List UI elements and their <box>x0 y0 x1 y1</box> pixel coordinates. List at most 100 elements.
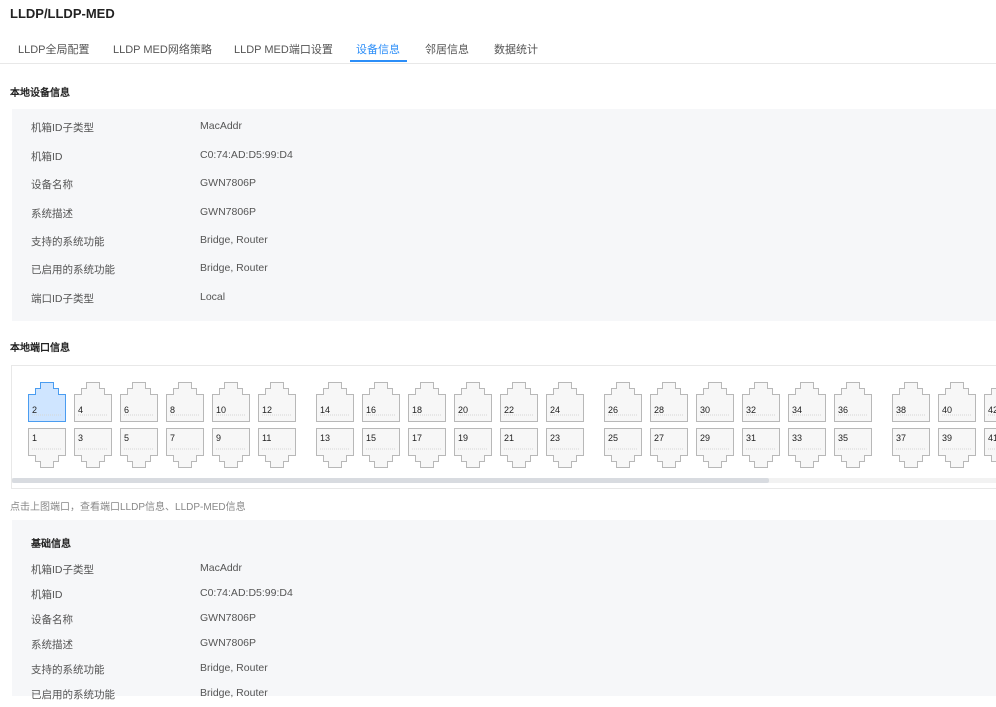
port-30[interactable]: 30 <box>696 382 734 422</box>
info-row: 机箱ID C0:74:AD:D5:99:D4 <box>12 149 996 169</box>
info-label: 系统描述 <box>31 208 73 220</box>
port-number: 14 <box>320 405 331 415</box>
tab-neighbor-info[interactable]: 邻居信息 <box>425 41 469 57</box>
ethernet-port-icon <box>454 382 492 422</box>
info-value: GWN7806P <box>200 612 257 624</box>
ethernet-port-icon <box>938 382 976 422</box>
info-row: 设备名称 GWN7806P <box>12 177 996 197</box>
port-number: 7 <box>170 433 176 443</box>
port-27[interactable]: 27 <box>650 428 688 468</box>
port-21[interactable]: 21 <box>500 428 538 468</box>
port-28[interactable]: 28 <box>650 382 688 422</box>
port-38[interactable]: 38 <box>892 382 930 422</box>
info-row: 支持的系统功能 Bridge, Router <box>12 234 996 254</box>
info-row: 已启用的系统功能 Bridge, Router <box>12 687 996 707</box>
port-hint-text: 点击上图端口，查看端口LLDP信息、LLDP-MED信息 <box>10 502 246 513</box>
port-2[interactable]: 2 <box>28 382 66 422</box>
port-number: 12 <box>262 405 273 415</box>
port-42[interactable]: 42 <box>984 382 996 422</box>
port-15[interactable]: 15 <box>362 428 400 468</box>
info-value: GWN7806P <box>200 637 257 649</box>
info-label: 机箱ID <box>31 151 63 163</box>
info-row: 支持的系统功能 Bridge, Router <box>12 662 996 682</box>
port-6[interactable]: 6 <box>120 382 158 422</box>
port-36[interactable]: 36 <box>834 382 872 422</box>
port-22[interactable]: 22 <box>500 382 538 422</box>
info-label: 已启用的系统功能 <box>31 689 115 701</box>
ethernet-port-icon <box>362 382 400 422</box>
ethernet-port-icon <box>742 382 780 422</box>
port-25[interactable]: 25 <box>604 428 642 468</box>
info-value: Local <box>200 291 226 303</box>
port-40[interactable]: 40 <box>938 382 976 422</box>
info-row: 设备名称 GWN7806P <box>12 612 996 632</box>
tab-lldp-med-network-policy[interactable]: LLDP MED网络策略 <box>113 41 212 57</box>
port-41[interactable]: 41 <box>984 428 996 468</box>
port-number: 19 <box>458 433 469 443</box>
port-35[interactable]: 35 <box>834 428 872 468</box>
tab-statistics[interactable]: 数据统计 <box>494 41 538 57</box>
info-label: 机箱ID子类型 <box>31 122 94 134</box>
port-8[interactable]: 8 <box>166 382 204 422</box>
tab-lldp-med-port-settings[interactable]: LLDP MED端口设置 <box>234 41 333 57</box>
port-37[interactable]: 37 <box>892 428 930 468</box>
port-9[interactable]: 9 <box>212 428 250 468</box>
ethernet-port-icon <box>166 382 204 422</box>
tab-lldp-global[interactable]: LLDP全局配置 <box>18 41 90 57</box>
port-23[interactable]: 23 <box>546 428 584 468</box>
port-17[interactable]: 17 <box>408 428 446 468</box>
info-label: 机箱ID <box>31 589 63 601</box>
port-26[interactable]: 26 <box>604 382 642 422</box>
port-39[interactable]: 39 <box>938 428 976 468</box>
ethernet-port-icon <box>120 382 158 422</box>
info-row: 端口ID子类型 Local <box>12 291 996 311</box>
port-33[interactable]: 33 <box>788 428 826 468</box>
ethernet-port-icon <box>258 382 296 422</box>
port-14[interactable]: 14 <box>316 382 354 422</box>
port-20[interactable]: 20 <box>454 382 492 422</box>
port-5[interactable]: 5 <box>120 428 158 468</box>
basic-info-title: 基础信息 <box>31 539 71 550</box>
port-number: 42 <box>988 405 996 415</box>
port-1[interactable]: 1 <box>28 428 66 468</box>
info-label: 端口ID子类型 <box>31 293 94 305</box>
info-value: C0:74:AD:D5:99:D4 <box>200 587 293 599</box>
ethernet-port-icon <box>212 382 250 422</box>
port-7[interactable]: 7 <box>166 428 204 468</box>
port-12[interactable]: 12 <box>258 382 296 422</box>
info-value: C0:74:AD:D5:99:D4 <box>200 149 293 161</box>
local-port-title: 本地端口信息 <box>10 343 70 354</box>
ethernet-port-icon <box>892 382 930 422</box>
port-number: 16 <box>366 405 377 415</box>
port-19[interactable]: 19 <box>454 428 492 468</box>
port-4[interactable]: 4 <box>74 382 112 422</box>
port-29[interactable]: 29 <box>696 428 734 468</box>
port-number: 26 <box>608 405 619 415</box>
port-number: 6 <box>124 405 130 415</box>
port-number: 17 <box>412 433 423 443</box>
port-number: 5 <box>124 433 130 443</box>
port-34[interactable]: 34 <box>788 382 826 422</box>
ethernet-port-icon <box>984 382 996 422</box>
tab-device-info[interactable]: 设备信息 <box>356 41 400 57</box>
port-number: 20 <box>458 405 469 415</box>
port-31[interactable]: 31 <box>742 428 780 468</box>
info-row: 已启用的系统功能 Bridge, Router <box>12 262 996 282</box>
port-11[interactable]: 11 <box>258 428 296 468</box>
port-3[interactable]: 3 <box>74 428 112 468</box>
port-24[interactable]: 24 <box>546 382 584 422</box>
horizontal-scrollbar-thumb[interactable] <box>12 478 769 483</box>
info-label: 设备名称 <box>31 179 73 191</box>
ethernet-port-icon <box>546 382 584 422</box>
info-row: 机箱ID子类型 MacAddr <box>12 120 996 140</box>
port-32[interactable]: 32 <box>742 382 780 422</box>
info-row: 系统描述 GWN7806P <box>12 637 996 657</box>
port-18[interactable]: 18 <box>408 382 446 422</box>
info-label: 系统描述 <box>31 639 73 651</box>
port-13[interactable]: 13 <box>316 428 354 468</box>
port-number: 37 <box>896 433 907 443</box>
page-title: LLDP/LLDP-MED <box>10 6 115 21</box>
port-10[interactable]: 10 <box>212 382 250 422</box>
info-label: 已启用的系统功能 <box>31 264 115 276</box>
port-16[interactable]: 16 <box>362 382 400 422</box>
